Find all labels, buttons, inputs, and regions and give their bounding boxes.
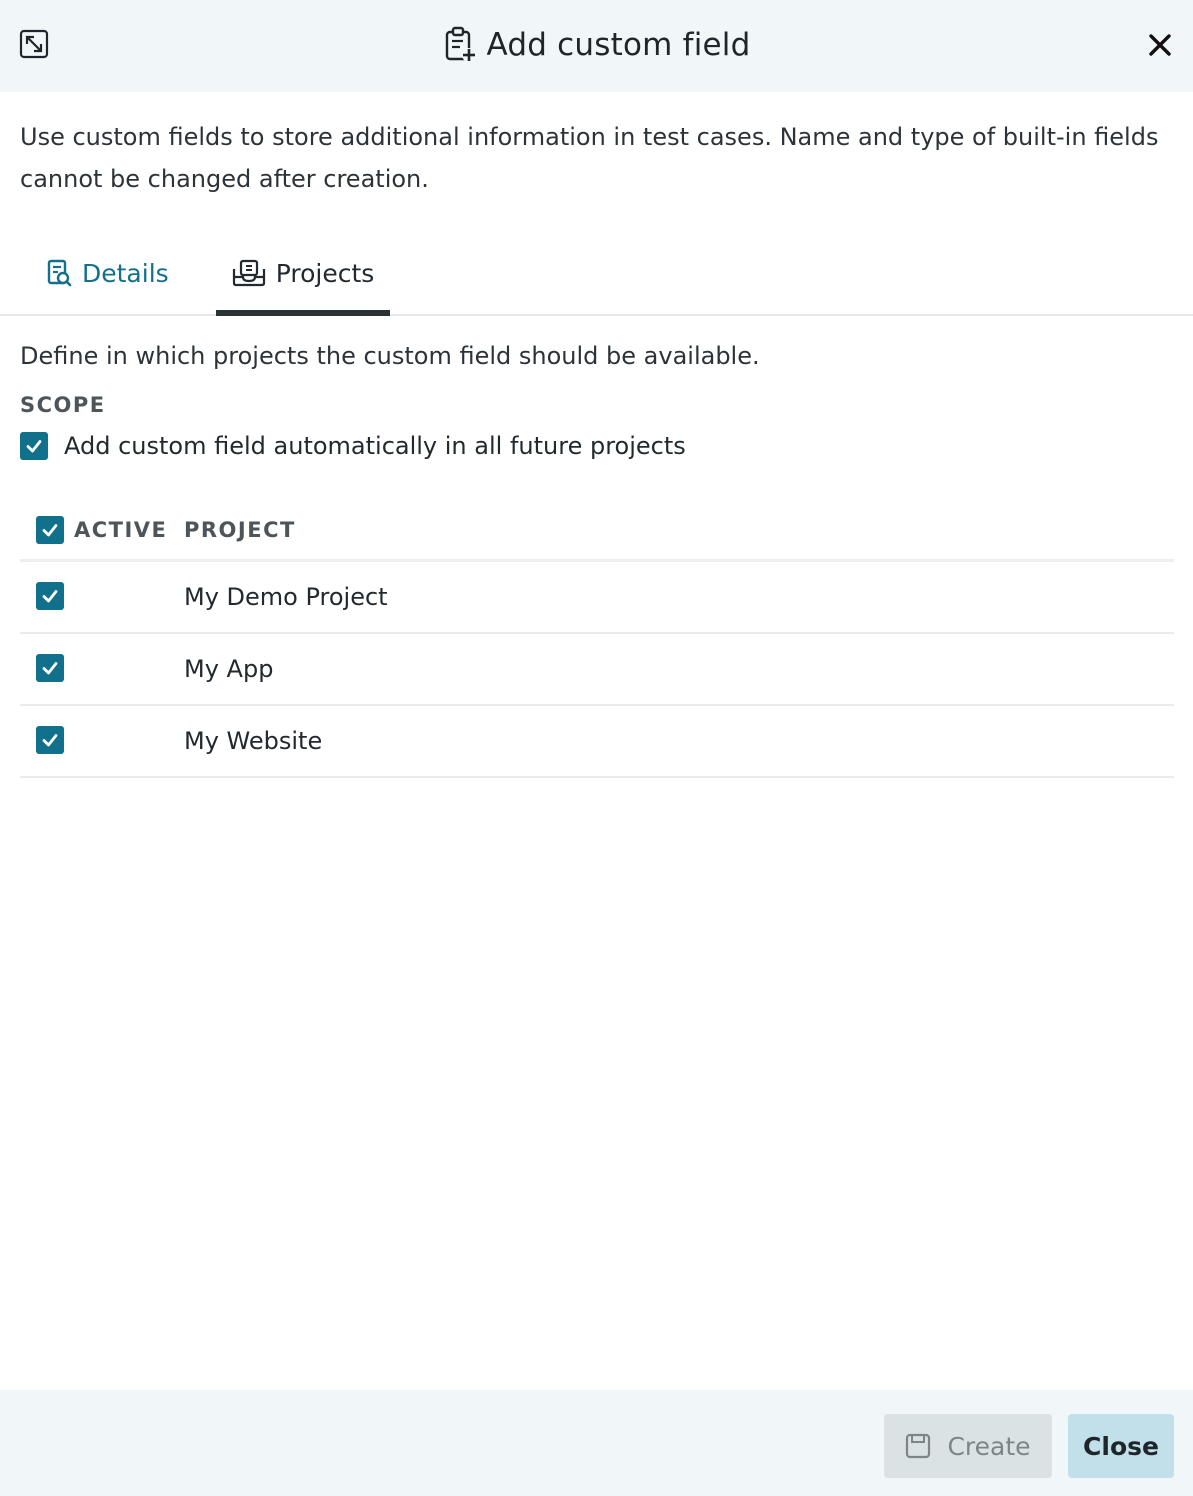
dialog-title: Add custom field <box>486 27 751 63</box>
close-button[interactable]: Close <box>1068 1414 1174 1478</box>
active-column-label: ACTIVE <box>74 518 168 542</box>
tab-projects[interactable]: Projects <box>216 232 390 316</box>
close-icon <box>1149 34 1171 56</box>
row-active-checkbox[interactable] <box>36 726 64 754</box>
table-row: My Website <box>20 706 1174 778</box>
row-active-checkbox[interactable] <box>36 654 64 682</box>
project-name: My Website <box>184 727 323 755</box>
project-column-label: PROJECT <box>184 518 296 542</box>
checkmark-icon <box>42 734 58 747</box>
tab-bar: Details Projects <box>0 232 1193 316</box>
project-name: My Demo Project <box>184 583 388 611</box>
project-name: My App <box>184 655 274 683</box>
save-icon <box>906 1433 931 1459</box>
dialog-description: Use custom fields to store additional in… <box>20 123 1159 193</box>
row-active-checkbox[interactable] <box>36 582 64 610</box>
projects-table: ACTIVE PROJECT My Demo Project My App My… <box>20 498 1174 778</box>
document-search-icon <box>47 259 72 287</box>
tab-projects-label: Projects <box>275 258 375 288</box>
table-row: My App <box>20 634 1174 706</box>
scope-checkbox[interactable] <box>20 432 48 460</box>
dialog-header: Add custom field <box>0 0 1193 92</box>
create-button-label: Create <box>947 1431 1031 1461</box>
table-row: My Demo Project <box>20 562 1174 634</box>
clipboard-add-icon <box>443 25 479 65</box>
tab-details-label: Details <box>82 258 169 288</box>
dialog-title-group: Add custom field <box>0 0 1193 90</box>
checkmark-icon <box>42 662 58 675</box>
tab-details[interactable]: Details <box>46 232 169 314</box>
close-button-label: Close <box>1083 1431 1159 1461</box>
projects-icon <box>232 259 265 287</box>
table-header: ACTIVE PROJECT <box>20 498 1174 562</box>
checkmark-icon <box>42 524 58 537</box>
scope-option: Add custom field automatically in all fu… <box>20 432 686 460</box>
active-tab-indicator <box>216 310 390 316</box>
scope-label: SCOPE <box>20 393 106 417</box>
checkmark-icon <box>42 590 58 603</box>
add-custom-field-dialog: Add custom field Use custom fields to st… <box>0 0 1193 1496</box>
scope-checkbox-label[interactable]: Add custom field automatically in all fu… <box>64 432 686 460</box>
checkmark-icon <box>26 440 42 453</box>
dialog-footer: Create Close <box>0 1390 1193 1496</box>
projects-description: Define in which projects the custom fiel… <box>20 342 760 370</box>
create-button[interactable]: Create <box>884 1414 1052 1478</box>
close-dialog-button[interactable] <box>1142 27 1178 63</box>
select-all-checkbox[interactable] <box>36 516 64 544</box>
active-column-header: ACTIVE <box>36 516 167 544</box>
